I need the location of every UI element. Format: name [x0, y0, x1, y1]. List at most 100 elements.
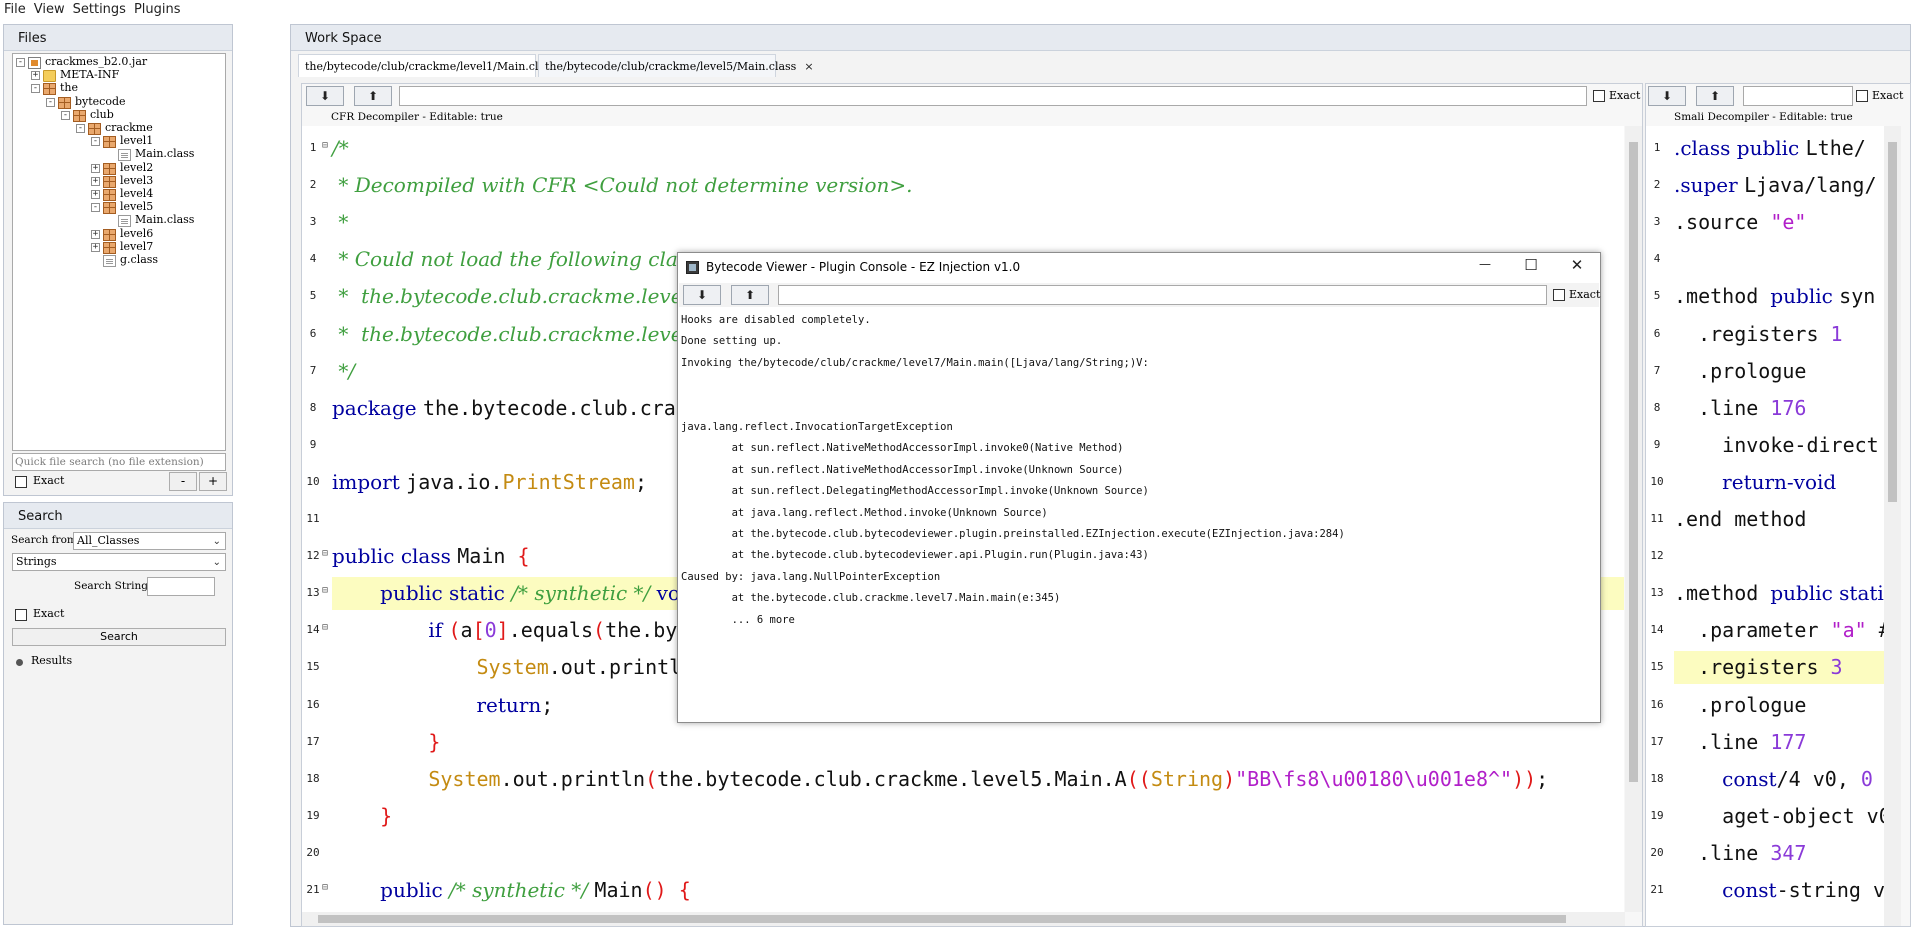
code-token: [ — [472, 618, 485, 643]
code-token: .registers — [1674, 321, 1831, 346]
cfr-exact-checkbox[interactable] — [1593, 90, 1605, 102]
download-icon[interactable]: ⬇ — [683, 285, 721, 305]
menu-bar: File View Settings Plugins — [0, 0, 1913, 22]
files-plus-button[interactable]: + — [199, 472, 227, 491]
package-icon — [103, 241, 116, 254]
fold-toggle-icon[interactable]: ⊟ — [322, 548, 328, 559]
console-line: Caused by: java.lang.NullPointerExceptio… — [681, 570, 941, 583]
line-number: 20 — [306, 845, 320, 859]
line-number: 15 — [306, 660, 320, 674]
files-minus-button[interactable]: - — [169, 472, 197, 491]
smali-code-editor[interactable]: 1 .class public Lthe/2 .super Ljava/lang/3… — [1646, 126, 1884, 926]
menu-settings[interactable]: Settings — [69, 0, 130, 17]
expand-icon[interactable]: + — [91, 190, 100, 199]
cfr-horizontal-scrollbar[interactable] — [302, 912, 1625, 926]
download-icon[interactable]: ⬇ — [1648, 86, 1686, 106]
menu-plugins[interactable]: Plugins — [130, 0, 185, 17]
minimize-icon[interactable]: — — [1470, 257, 1500, 271]
menu-file[interactable]: File — [0, 0, 30, 17]
quick-file-search-input[interactable]: Quick file search (no file extension) — [12, 453, 226, 471]
fold-toggle-icon[interactable]: ⊟ — [322, 622, 328, 633]
console-line: java.lang.reflect.InvocationTargetExcept… — [681, 421, 953, 433]
smali-view-title: Smali Decompiler - Editable: true — [1674, 111, 1853, 123]
cfr-scroll-thumb[interactable] — [1629, 142, 1638, 782]
search-button[interactable]: Search — [12, 628, 226, 646]
maximize-icon[interactable]: ☐ — [1516, 256, 1546, 274]
search-from-select[interactable]: All_Classes ⌄ — [73, 532, 226, 550]
code-token: .line — [1674, 729, 1771, 754]
search-string-input[interactable] — [147, 577, 215, 596]
results-label[interactable]: Results — [31, 654, 72, 667]
code-token: Lthe/ — [1805, 136, 1866, 160]
expand-icon[interactable]: + — [91, 242, 100, 252]
fold-toggle-icon[interactable]: ⊟ — [322, 882, 328, 893]
tab-level5-main[interactable]: the/bytecode/club/crackme/level5/Main.cl… — [538, 54, 814, 77]
console-title-bar[interactable]: Bytecode Viewer - Plugin Console - EZ In… — [678, 253, 1600, 283]
collapse-icon[interactable]: - — [91, 203, 100, 213]
expand-icon[interactable]: + — [31, 71, 40, 81]
close-icon[interactable]: ✕ — [1562, 256, 1592, 274]
upload-icon[interactable]: ⬆ — [354, 86, 392, 106]
close-icon[interactable]: × — [804, 60, 813, 73]
smali-vertical-scrollbar[interactable] — [1884, 126, 1901, 926]
file-tree[interactable]: - crackmes_b2.0.jar + META-INF - the - bytecode… — [12, 53, 226, 451]
code-line: .line 176 — [1674, 393, 1806, 423]
tree-item[interactable]: g.class — [13, 253, 225, 269]
files-exact-checkbox[interactable] — [15, 476, 27, 488]
search-from-label: Search from — [11, 534, 77, 546]
console-exact-checkbox[interactable] — [1553, 289, 1565, 301]
fold-toggle-icon[interactable]: ⊟ — [322, 140, 328, 151]
collapse-icon[interactable]: - — [16, 58, 25, 67]
line-number: 17 — [1650, 734, 1664, 748]
smali-exact-label: Exact — [1872, 89, 1904, 102]
code-token: .method — [1674, 581, 1771, 606]
tab-level1-main[interactable]: the/bytecode/club/crackme/level1/Main.cl… — [298, 54, 574, 77]
menu-view[interactable]: View — [30, 0, 69, 17]
code-token: .out.println — [548, 655, 694, 680]
collapse-icon[interactable]: - — [46, 97, 55, 107]
collapse-icon[interactable]: - — [31, 84, 40, 94]
code-token: Ljava/lang/ — [1744, 173, 1877, 198]
code-token: return-void — [1722, 469, 1837, 494]
smali-scroll-thumb[interactable] — [1888, 142, 1897, 502]
expand-icon[interactable]: + — [91, 176, 100, 186]
code-token: 177 — [1770, 729, 1807, 754]
line-number: 9 — [309, 437, 317, 451]
smali-exact-checkbox[interactable] — [1856, 90, 1868, 102]
line-number: 10 — [1650, 474, 1664, 488]
cfr-vertical-scrollbar[interactable] — [1625, 126, 1642, 912]
search-exact-checkbox[interactable] — [15, 609, 27, 621]
code-token: .source — [1674, 210, 1771, 235]
code-token: } — [428, 729, 441, 754]
line-number: 4 — [1653, 252, 1661, 266]
console-output[interactable]: Hooks are disabled completely. Done setti… — [679, 310, 1599, 720]
search-type-select[interactable]: Strings ⌄ — [12, 553, 226, 571]
line-number: 19 — [1650, 808, 1664, 822]
package-icon — [103, 175, 116, 188]
search-panel-title: Search — [4, 503, 232, 529]
upload-icon[interactable]: ⬆ — [1696, 86, 1734, 106]
line-number: 14 — [1650, 623, 1664, 637]
line-number: 16 — [1650, 697, 1664, 711]
expand-icon[interactable]: + — [91, 163, 100, 173]
cfr-hscroll-thumb[interactable] — [318, 915, 1566, 923]
chevron-down-icon: ⌄ — [212, 557, 221, 568]
console-search-input[interactable] — [778, 285, 1547, 305]
code-line: .prologue — [1674, 356, 1806, 386]
smali-search-input[interactable] — [1743, 86, 1853, 106]
code-line: aget-object v0 — [1674, 801, 1884, 831]
code-line: import java.io.PrintStream; — [332, 467, 647, 497]
collapse-icon[interactable]: - — [91, 137, 100, 147]
line-number: 11 — [306, 512, 320, 525]
collapse-icon[interactable]: - — [76, 124, 85, 133]
upload-icon[interactable]: ⬆ — [731, 285, 769, 305]
tab-level1-label: the/bytecode/club/crackme/level1/Main.cl… — [305, 60, 557, 73]
cfr-search-input[interactable] — [399, 86, 1587, 106]
package-icon — [88, 123, 101, 135]
collapse-icon[interactable]: - — [61, 110, 70, 120]
fold-toggle-icon[interactable]: ⊟ — [322, 585, 328, 596]
search-type-value: Strings — [16, 555, 57, 568]
expand-icon[interactable]: + — [91, 229, 100, 239]
download-icon[interactable]: ⬇ — [306, 86, 344, 106]
